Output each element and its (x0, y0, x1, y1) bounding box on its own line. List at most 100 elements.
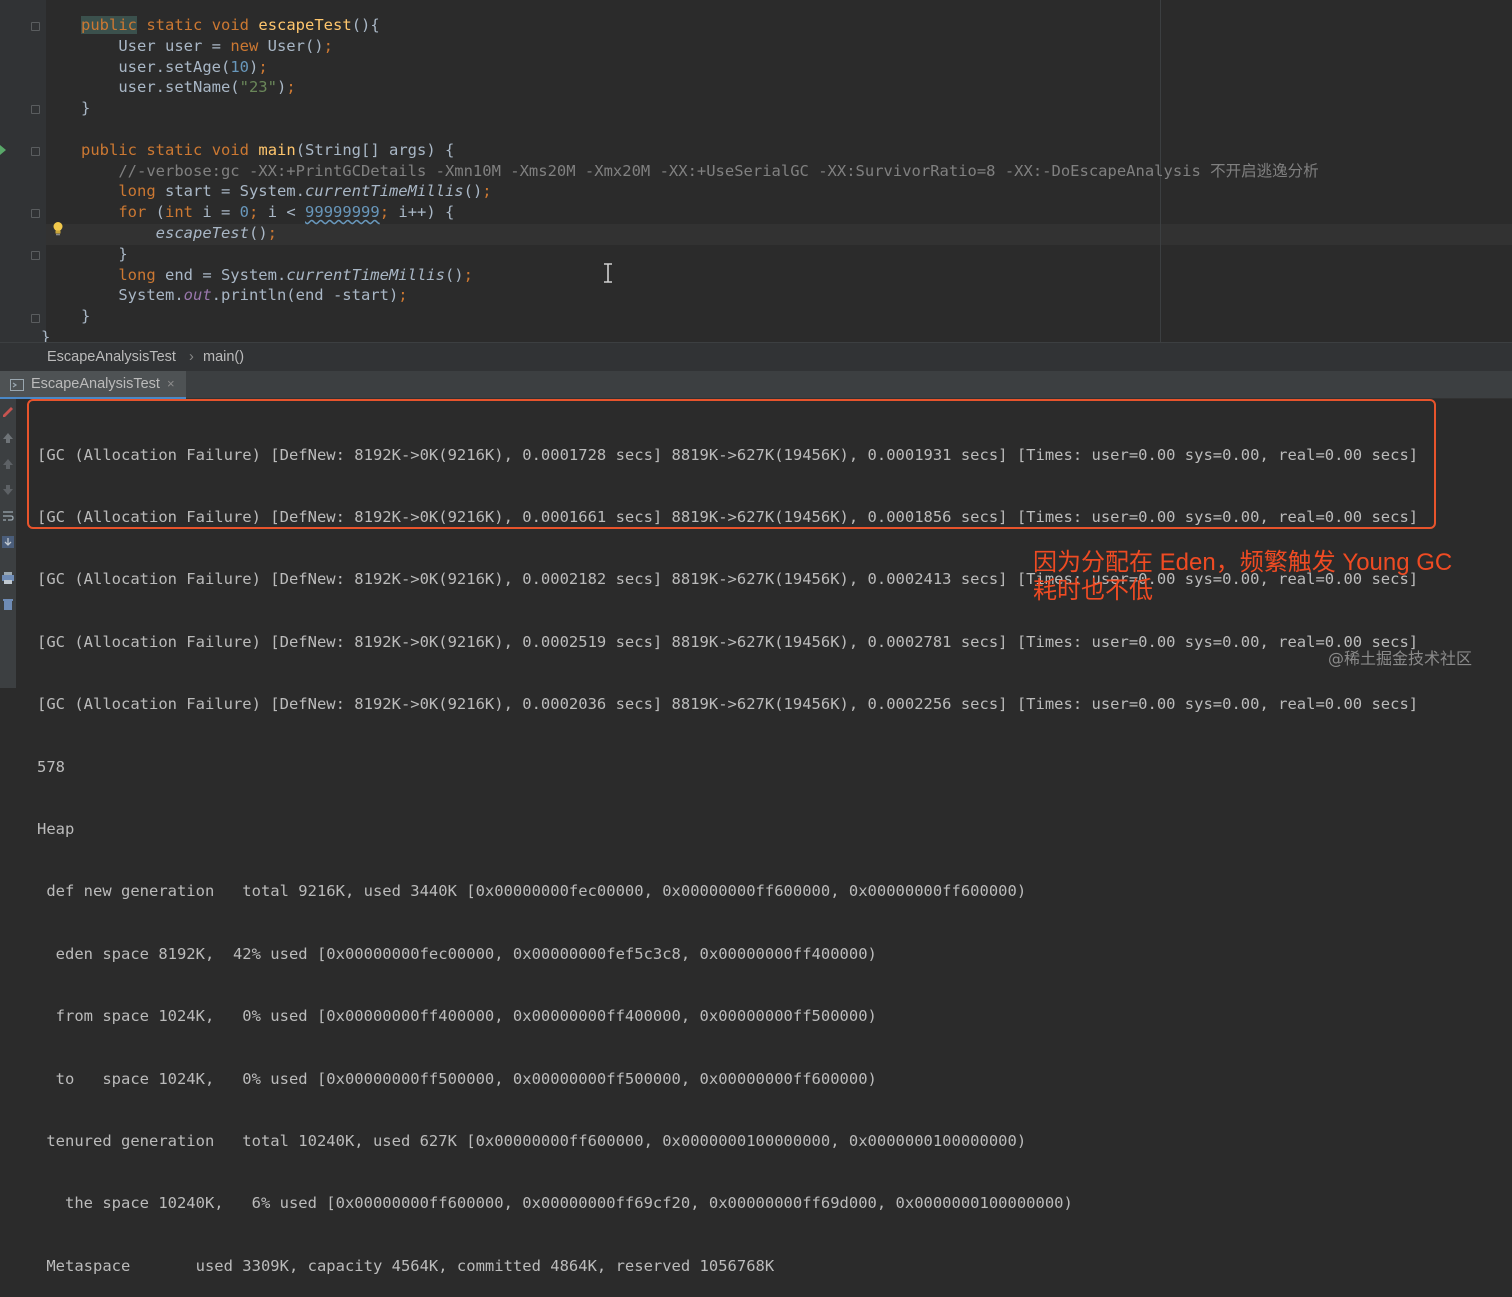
run-gutter-icon[interactable] (0, 145, 6, 155)
fold-marker-icon[interactable] (31, 251, 40, 260)
code-token: 99999999 (305, 203, 380, 222)
close-icon[interactable]: × (167, 376, 175, 391)
code-line: long end = System.currentTimeMillis(); (81, 265, 1319, 286)
elapsed-time-output: 578 (37, 757, 65, 776)
lightbulb-icon[interactable] (52, 221, 64, 236)
code-token: } (81, 307, 91, 326)
breadcrumb-separator: › (189, 349, 194, 365)
fold-marker-icon[interactable] (31, 314, 40, 323)
code-token: ) (248, 57, 259, 76)
run-tab[interactable]: EscapeAnalysisTest × (0, 371, 186, 399)
code-token: } (81, 99, 91, 118)
up-arrow-icon[interactable] (1, 457, 15, 471)
code-token: i++) { (389, 203, 455, 222)
code-token: 0 (239, 203, 250, 222)
heap-line: to space 1024K, 0% used [0x00000000ff500… (37, 1069, 877, 1088)
code-line: public static void escapeTest(){ (81, 15, 1319, 36)
trash-icon[interactable] (1, 597, 15, 611)
heap-line: from space 1024K, 0% used [0x00000000ff4… (37, 1007, 877, 1026)
source-code[interactable]: public static void escapeTest(){ User us… (41, 15, 1319, 342)
code-line: System.out.println(end -start); (81, 285, 1319, 306)
code-line: User user = new User(); (81, 36, 1319, 57)
code-token: ; (398, 286, 408, 305)
code-token: //-verbose:gc -XX:+PrintGCDetails -Xmn10… (81, 161, 1319, 180)
down-arrow-icon[interactable] (1, 483, 15, 497)
code-line: escapeTest(); (81, 223, 1319, 244)
code-token: new (230, 36, 259, 55)
code-token: ; (482, 182, 492, 201)
fold-marker-icon[interactable] (31, 105, 40, 114)
code-token: public (81, 16, 137, 34)
print-icon[interactable] (1, 571, 15, 585)
code-token: escapeTest (258, 16, 352, 34)
breadcrumb-method[interactable]: main() (203, 349, 244, 365)
code-token: ; (249, 203, 259, 222)
code-token: public (81, 140, 137, 159)
annotation-line: 因为分配在 Eden，频繁触发 Young GC (1033, 549, 1453, 576)
code-token: ; (323, 36, 333, 55)
code-token: () (463, 182, 483, 201)
code-token: i < (258, 203, 306, 222)
code-token: void (211, 16, 250, 34)
code-editor[interactable]: public static void escapeTest(){ User us… (0, 0, 1512, 342)
code-token: out (183, 286, 212, 305)
console-output[interactable]: [GC (Allocation Failure) [DefNew: 8192K-… (37, 403, 1418, 1297)
annotation-line: 耗时也不低 (1033, 577, 1153, 604)
code-line: user.setName("23"); (81, 77, 1319, 98)
code-token: currentTimeMillis (304, 182, 464, 201)
code-token: ) (276, 78, 287, 97)
code-token: User user = (81, 36, 231, 55)
edit-icon[interactable] (1, 405, 15, 419)
code-token: long (118, 182, 156, 201)
code-token: ( (146, 203, 165, 222)
heap-line: eden space 8192K, 42% used [0x00000000fe… (37, 944, 877, 963)
code-line: user.setAge(10); (81, 57, 1319, 78)
code-token: (){ (351, 16, 380, 34)
editor-gutter (0, 0, 46, 342)
run-side-toolbar (0, 399, 16, 688)
code-token: void (211, 140, 250, 159)
heap-line: def new generation total 9216K, used 344… (37, 882, 1027, 901)
fold-marker-icon[interactable] (31, 147, 40, 156)
heap-line: Metaspace used 3309K, capacity 4564K, co… (37, 1256, 775, 1275)
up-arrow-icon[interactable] (1, 431, 15, 445)
code-line: } (81, 306, 1319, 327)
code-token: static (146, 16, 203, 34)
code-line: for (int i = 0; i < 99999999; i++) { (81, 202, 1319, 223)
code-token: 10 (230, 57, 249, 76)
code-token: () (248, 223, 268, 242)
breadcrumb: EscapeAnalysisTest › main() (0, 342, 1512, 371)
text-cursor-icon (604, 263, 612, 283)
scroll-end-icon[interactable] (1, 535, 15, 549)
code-token: for (118, 203, 147, 222)
code-line: } (81, 98, 1319, 119)
fold-marker-icon[interactable] (31, 22, 40, 31)
code-token: ; (286, 78, 296, 97)
code-token: "23" (239, 78, 277, 97)
code-token: user.setName( (81, 78, 240, 97)
heap-line: the space 10240K, 6% used [0x00000000ff6… (37, 1194, 1073, 1213)
code-token: () (444, 265, 464, 284)
code-token: escapeTest (155, 223, 249, 242)
watermark: @稀土掘金技术社区 (1328, 649, 1473, 668)
code-token: long (118, 265, 156, 284)
code-token: .println(end -start) (211, 286, 399, 305)
code-token: (String[] args) { (295, 140, 455, 159)
fold-marker-icon[interactable] (31, 209, 40, 218)
code-token: end = System. (155, 265, 287, 284)
code-token: ; (379, 203, 390, 222)
heap-line: tenured generation total 10240K, used 62… (37, 1131, 1027, 1150)
soft-wrap-icon[interactable] (1, 509, 15, 523)
code-token: System. (81, 286, 184, 305)
breadcrumb-class[interactable]: EscapeAnalysisTest (47, 349, 176, 365)
